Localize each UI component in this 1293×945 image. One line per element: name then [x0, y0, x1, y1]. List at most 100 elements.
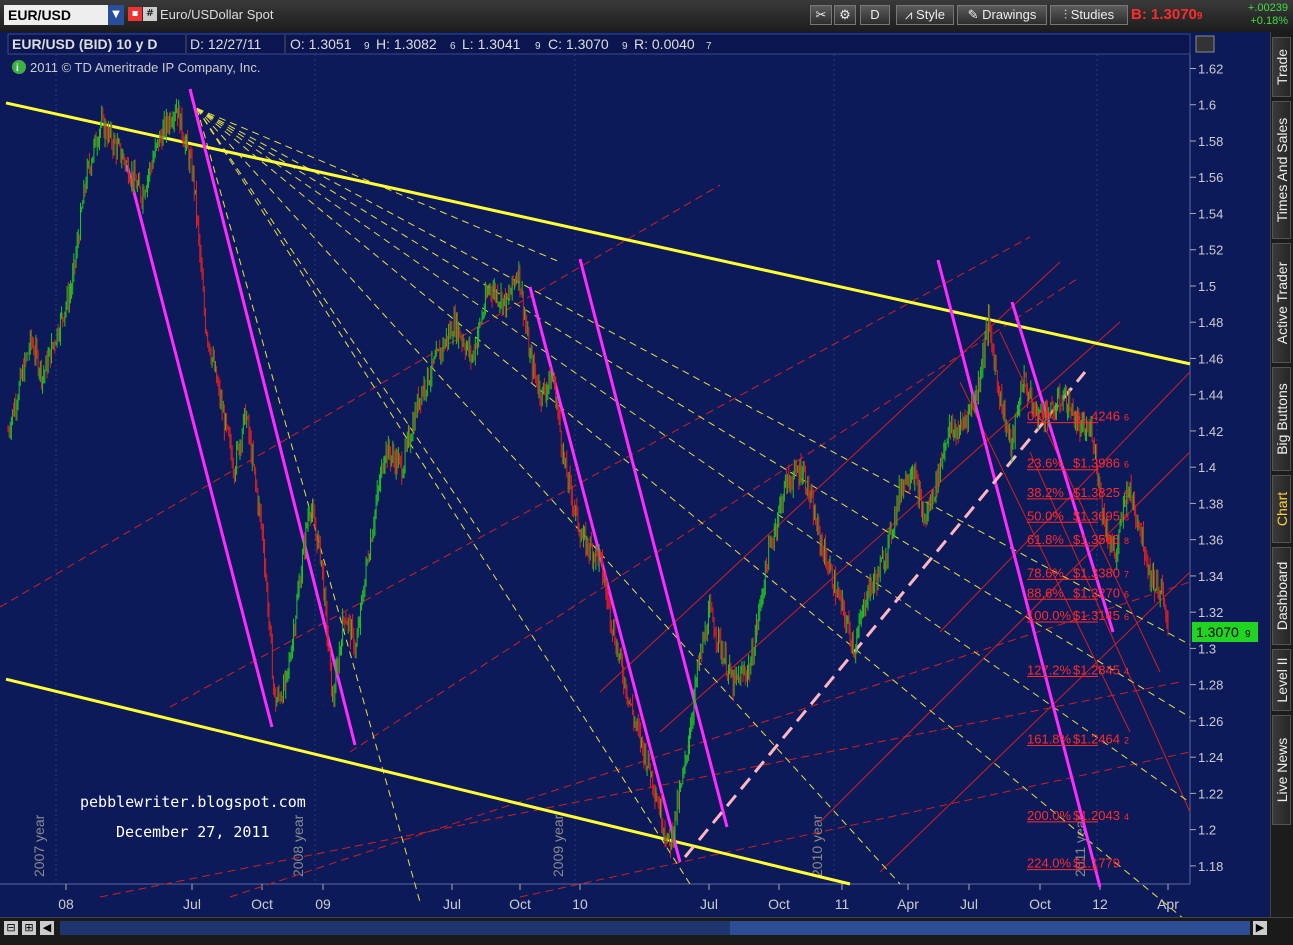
- sidebar-tab-label: Big Buttons: [1273, 383, 1290, 455]
- fib-price-last-digit: 5: [1124, 489, 1129, 499]
- fib-price-label: $1.2464: [1073, 732, 1120, 747]
- fib-price-label: $1.3145: [1073, 608, 1120, 623]
- fib-price-last-digit: 6: [1124, 589, 1129, 599]
- open-label: O: 1.3051: [290, 36, 352, 52]
- y-tick-label: 1.2: [1198, 823, 1216, 838]
- tools-icon[interactable]: ✂: [810, 5, 832, 25]
- symbol-input[interactable]: EUR/USD: [4, 5, 108, 25]
- y-tick-label: 1.62: [1198, 61, 1223, 76]
- pencil-icon: ✎: [967, 7, 979, 22]
- symbol-description: Euro/USDollar Spot: [160, 7, 274, 22]
- x-tick-label: Apr: [897, 896, 919, 912]
- current-price-last-digit: 9: [1245, 629, 1251, 640]
- x-tick-label: Jul: [700, 896, 718, 912]
- sidebar-tab-active-trader[interactable]: Active Trader: [1272, 243, 1291, 363]
- fib-price-last-digit: 4: [1124, 812, 1129, 822]
- scroll-right-icon[interactable]: ▶: [1253, 921, 1267, 935]
- sidebar-tab-live-news[interactable]: Live News: [1272, 715, 1291, 825]
- y-tick-label: 1.38: [1198, 496, 1223, 511]
- date-annotation: December 27, 2011: [116, 823, 270, 841]
- zoom-out-icon[interactable]: ⊟: [4, 921, 18, 935]
- bid-price: B: 1.30709: [1131, 6, 1203, 23]
- high-label: H: 1.3082: [376, 36, 437, 52]
- sidebar-tab-label: Times And Sales: [1273, 117, 1290, 223]
- sidebar-tab-label: Level II: [1273, 657, 1290, 703]
- year-marker: 2009 year: [550, 814, 566, 877]
- settings-icon[interactable]: ⚙: [834, 5, 856, 25]
- fib-price-label: $1.3270: [1073, 585, 1120, 600]
- fib-percent-label: 50.0%: [1027, 508, 1064, 523]
- high-last-digit: 6: [450, 41, 456, 52]
- symbol-dropdown-button[interactable]: ▼: [108, 5, 124, 25]
- fib-price-last-digit: 8: [1124, 536, 1129, 546]
- x-tick-label: 12: [1092, 896, 1108, 912]
- zoom-in-icon[interactable]: ⊞: [22, 921, 36, 935]
- y-tick-label: 1.36: [1198, 533, 1223, 548]
- y-tick-label: 1.26: [1198, 714, 1223, 729]
- y-tick-label: 1.5: [1198, 279, 1216, 294]
- y-tick-label: 1.54: [1198, 206, 1223, 221]
- info-icon[interactable]: [12, 60, 26, 74]
- fib-percent-label: 161.8%: [1027, 732, 1072, 747]
- x-tick-label: Oct: [768, 896, 790, 912]
- y-tick-label: 1.6: [1198, 98, 1216, 113]
- sidebar-tab-label: Trade: [1273, 48, 1290, 86]
- price-chart[interactable]: 1.18 1.2 1.22 1.24 1.26 1.28 1.3 1.32 1.34 1.36 1.…: [0, 32, 1270, 925]
- scroll-left-icon[interactable]: ◀: [40, 921, 54, 935]
- change-percent: +0.18%: [1250, 15, 1288, 27]
- fib-percent-label: 127.2%: [1027, 663, 1072, 678]
- y-tick-label: 1.4: [1198, 460, 1216, 475]
- bottom-bar: ⊟ ⊞ ◀ ▶: [0, 917, 1293, 945]
- fib-price-last-digit: 2: [1124, 736, 1129, 746]
- y-tick-label: 1.46: [1198, 351, 1223, 366]
- x-tick-label: Oct: [251, 896, 273, 912]
- style-label: Style: [916, 7, 945, 22]
- sidebar-tab-chart[interactable]: Chart: [1272, 475, 1291, 543]
- x-tick-label: 10: [572, 896, 588, 912]
- drawings-label: Drawings: [982, 7, 1037, 22]
- sidebar-tab-big-buttons[interactable]: Big Buttons: [1272, 367, 1291, 471]
- y-tick-label: 1.32: [1198, 605, 1223, 620]
- low-last-digit: 9: [535, 41, 541, 52]
- fib-percent-label: 0.0%: [1027, 409, 1057, 424]
- period-button[interactable]: D: [860, 5, 890, 25]
- fib-percent-label: 100.0%: [1027, 608, 1072, 623]
- link-color-icon[interactable]: ▪: [128, 7, 142, 21]
- x-tick-label: 11: [835, 896, 850, 912]
- sidebar-tab-label: Live News: [1273, 737, 1290, 803]
- style-button[interactable]: ⩘ Style: [896, 5, 954, 25]
- x-tick-label: Apr: [1157, 896, 1179, 912]
- chart-options-icon[interactable]: [1195, 35, 1215, 53]
- sidebar-tab-dashboard[interactable]: Dashboard: [1272, 547, 1291, 645]
- y-tick-label: 1.34: [1198, 569, 1223, 584]
- fib-price-last-digit: 6: [1124, 460, 1129, 470]
- grid-icon[interactable]: #: [143, 7, 157, 21]
- x-tick-label: Jul: [960, 896, 978, 912]
- sidebar-tab-level-ii[interactable]: Level II: [1272, 649, 1291, 711]
- fib-price-label: $1.3825: [1073, 485, 1120, 500]
- sidebar-tab-label: Chart: [1273, 491, 1290, 527]
- fib-price-label: $1.4246: [1073, 409, 1120, 424]
- blog-annotation: pebblewriter.blogspot.com: [80, 793, 306, 811]
- fib-price-last-digit: 4: [1124, 667, 1129, 677]
- sidebar-tab-times-and-sales[interactable]: Times And Sales: [1272, 101, 1291, 239]
- fib-price-last-digit: 8: [1124, 512, 1129, 522]
- fib-price-last-digit: 7: [1124, 569, 1129, 579]
- sidebar-tab-label: Dashboard: [1273, 561, 1290, 631]
- studies-button[interactable]: ⫶ Studies: [1050, 5, 1128, 25]
- drawings-button[interactable]: ✎ Drawings: [957, 5, 1047, 25]
- style-icon: ⩘: [905, 7, 913, 22]
- fib-price-last-digit: 6: [1124, 413, 1129, 423]
- y-tick-label: 1.28: [1198, 678, 1223, 693]
- current-price-value: 1.3070: [1196, 624, 1239, 640]
- sidebar-tab-trade[interactable]: Trade: [1272, 37, 1291, 97]
- fib-price-label: $1.3565: [1073, 532, 1120, 547]
- open-last-digit: 9: [364, 41, 370, 52]
- low-label: L: 1.3041: [462, 36, 521, 52]
- top-toolbar: EUR/USD ▼ ▪ # Euro/USDollar Spot ✂ ⚙ D ⩘…: [0, 0, 1293, 33]
- range-last-digit: 7: [706, 41, 712, 52]
- scrollbar-thumb[interactable]: [730, 921, 1250, 935]
- y-tick-label: 1.56: [1198, 170, 1223, 185]
- chart-panel[interactable]: 1.18 1.2 1.22 1.24 1.26 1.28 1.3 1.32 1.34 1.36 1.…: [0, 32, 1270, 925]
- fib-percent-label: 224.0%: [1027, 856, 1072, 871]
